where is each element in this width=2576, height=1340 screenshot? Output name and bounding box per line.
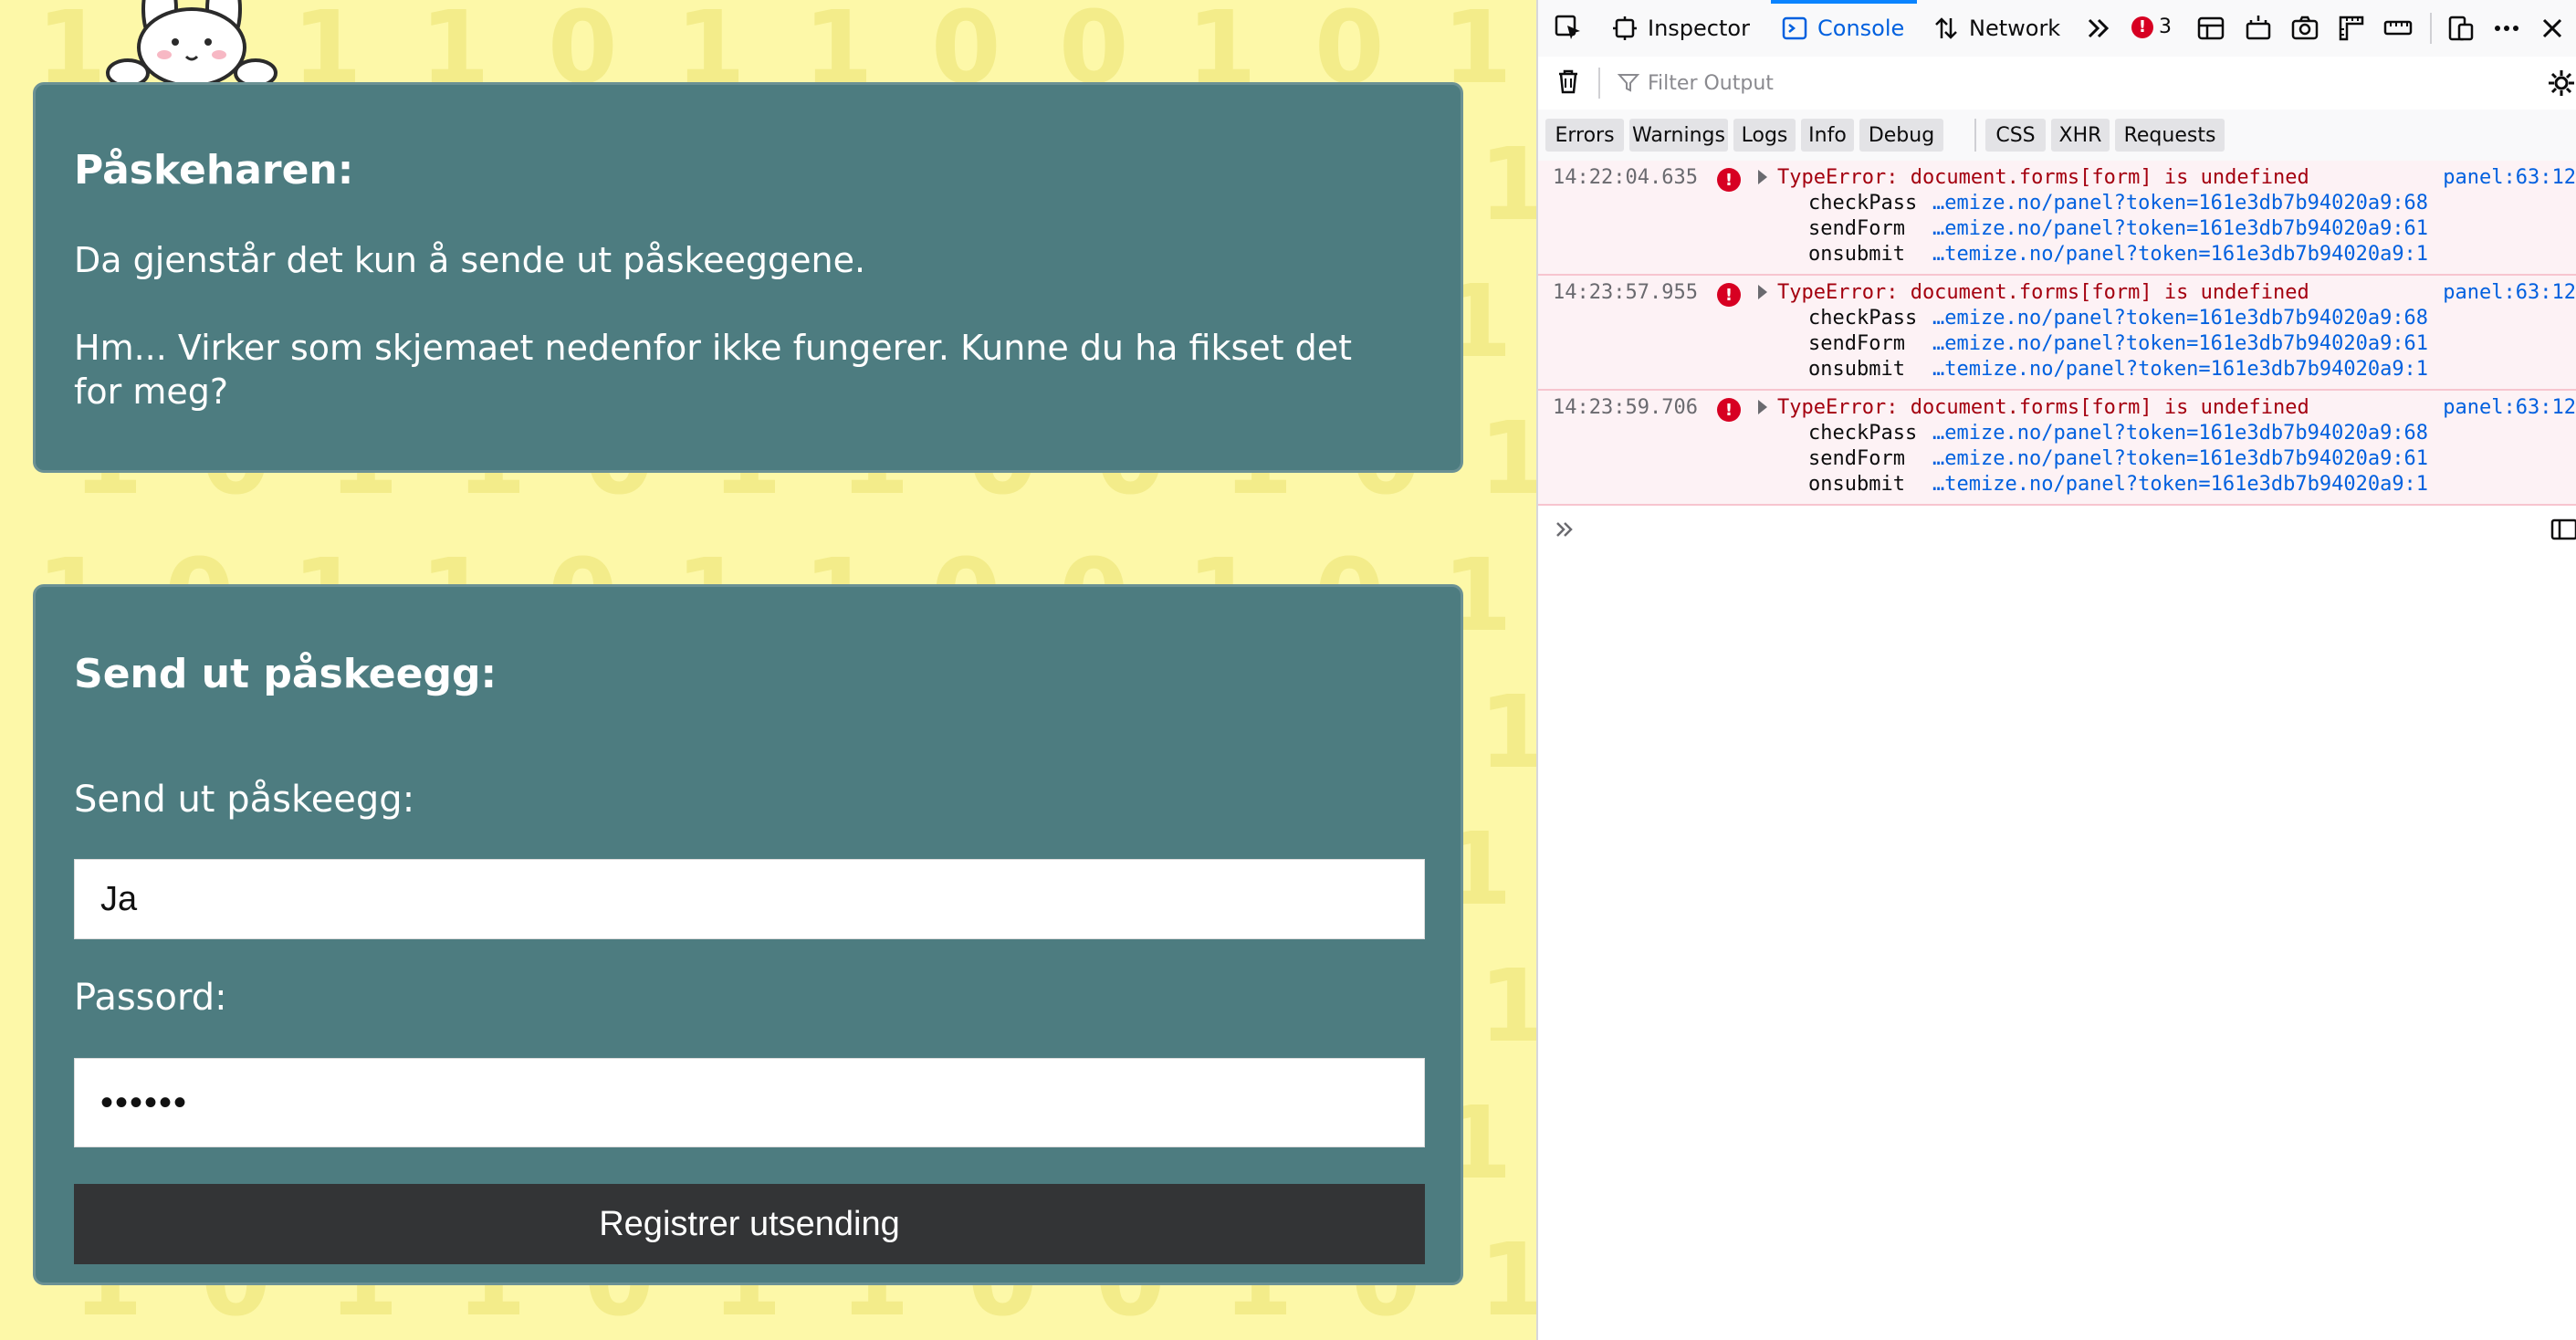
stack-function: checkPass [1808,307,1918,330]
send-eggs-input[interactable]: Ja [74,859,1425,939]
responsive-design-mode-icon[interactable] [2445,13,2477,44]
log-source-link[interactable]: panel:63:12 [2443,166,2576,189]
log-message: TypeError: document.forms[form] is undef… [1777,281,2309,304]
log-source-link[interactable]: panel:63:12 [2443,281,2576,304]
editor-mode-toggle-icon[interactable] [2549,517,2576,542]
background-digit: 1 [1479,400,1536,517]
more-options-icon[interactable] [2491,13,2522,44]
filter-logs-button[interactable]: Logs [1733,119,1796,152]
stack-function: onsubmit [1808,358,1905,381]
element-picker-icon[interactable] [1553,13,1584,44]
filter-placeholder: Filter Output [1648,71,1774,95]
stack-location-link[interactable]: …temize.no/panel?token=161e3db7b94020a9:… [1932,358,2428,381]
clear-console-trash-icon[interactable] [1553,66,1584,97]
tab-console[interactable]: Console [1781,0,1904,57]
devtools-toolbar: Inspector Console Network ! 3 [1538,0,2576,58]
expand-arrow-icon[interactable] [1758,170,1767,184]
stack-location-link[interactable]: …emize.no/panel?token=161e3db7b94020a9:6… [1932,307,2428,330]
tab-inspector-label: Inspector [1648,16,1750,41]
filter-funnel-icon [1617,74,1640,92]
background-digit: 1 [1479,674,1536,790]
error-count-badge[interactable]: ! 3 [2131,16,2172,38]
rulers-icon[interactable] [2336,13,2367,44]
filter-requests-button[interactable]: Requests [2115,119,2225,152]
console-settings-gear-icon[interactable] [2546,68,2576,99]
stack-location-link[interactable]: …temize.no/panel?token=161e3db7b94020a9:… [1932,473,2428,496]
web-page: 1011011001011011011001011011011001011011… [0,0,1536,1340]
password-label: Passord: [74,977,227,1019]
form-heading: Send ut påskeegg: [74,651,497,697]
password-input[interactable]: •••••• [74,1058,1425,1147]
console-icon [1782,16,1807,40]
log-timestamp: 14:22:04.635 [1553,166,1698,189]
stack-function: onsubmit [1808,243,1905,266]
screenshot-camera-icon[interactable] [2289,13,2320,44]
devtools-panel: Inspector Console Network ! 3 Filter Out… [1536,0,2576,1340]
tab-network-label: Network [1969,16,2061,41]
close-icon[interactable] [2537,13,2568,44]
log-message: TypeError: document.forms[form] is undef… [1777,166,2309,189]
pick-iframe-icon[interactable] [2243,13,2274,44]
expand-arrow-icon[interactable] [1758,285,1767,299]
bunny-mascot-image [106,0,277,82]
filter-errors-button[interactable]: Errors [1545,119,1624,152]
send-eggs-label: Send ut påskeegg: [74,779,415,821]
log-source-link[interactable]: panel:63:12 [2443,396,2576,419]
stack-function: sendForm [1808,217,1905,240]
stack-location-link[interactable]: …temize.no/panel?token=161e3db7b94020a9:… [1932,243,2428,266]
error-count: 3 [2159,16,2172,38]
toolbar-separator [2430,13,2432,44]
stack-location-link[interactable]: …emize.no/panel?token=161e3db7b94020a9:6… [1932,422,2428,445]
prompt-chevron-icon [1556,522,1573,537]
filter-xhr-button[interactable]: XHR [2051,119,2110,152]
register-dispatch-button[interactable]: Registrer utsending [74,1184,1425,1264]
background-digit: 1 [1479,947,1536,1064]
send-eggs-form: Send ut påskeegg: Send ut påskeegg: Ja P… [33,584,1463,1285]
console-level-filters: Errors Warnings Logs Info Debug CSS XHR … [1538,110,2576,162]
console-error-message[interactable]: 14:22:04.635 ! TypeError: document.forms… [1538,161,2576,276]
toggle-split-console-icon[interactable] [2195,13,2226,44]
intro-panel: Påskeharen: Da gjenstår det kun å sende … [33,82,1463,473]
measure-ruler-icon[interactable] [2382,13,2414,44]
tab-console-label: Console [1817,16,1905,41]
more-tabs-chevron-icon[interactable] [2084,13,2115,44]
inspector-icon [1613,16,1637,40]
log-timestamp: 14:23:57.955 [1553,281,1698,304]
filter-debug-button[interactable]: Debug [1859,119,1943,152]
background-digit: 1 [1479,1221,1536,1338]
tab-network[interactable]: Network [1932,0,2060,57]
filter-separator [1598,68,1600,99]
stack-location-link[interactable]: …emize.no/panel?token=161e3db7b94020a9:6… [1932,447,2428,470]
stack-function: sendForm [1808,447,1905,470]
tab-inspector[interactable]: Inspector [1611,0,1750,57]
log-message: TypeError: document.forms[form] is undef… [1777,396,2309,419]
stack-location-link[interactable]: …emize.no/panel?token=161e3db7b94020a9:6… [1932,217,2428,240]
stack-location-link[interactable]: …emize.no/panel?token=161e3db7b94020a9:6… [1932,192,2428,215]
level-separator [1974,119,1976,152]
error-icon: ! [2131,16,2153,38]
error-icon: ! [1717,283,1741,307]
filter-css-button[interactable]: CSS [1985,119,2046,152]
console-error-message[interactable]: 14:23:59.706 ! TypeError: document.forms… [1538,391,2576,506]
console-input-line[interactable] [1538,504,2576,553]
intro-paragraph-2: Hm... Virker som skjemaet nedenfor ikke … [74,328,1353,412]
error-icon: ! [1717,168,1741,192]
intro-paragraph-1: Da gjenstår det kun å sende ut påskeegge… [74,240,866,280]
intro-heading: Påskeharen: [74,147,354,194]
stack-location-link[interactable]: …emize.no/panel?token=161e3db7b94020a9:6… [1932,332,2428,355]
error-icon: ! [1717,398,1741,422]
log-timestamp: 14:23:59.706 [1553,396,1698,419]
filter-output-input[interactable]: Filter Output [1617,68,2438,99]
background-digit: 1 [1479,126,1536,243]
stack-function: checkPass [1808,192,1918,215]
console-error-message[interactable]: 14:23:57.955 ! TypeError: document.forms… [1538,276,2576,391]
filter-info-button[interactable]: Info [1801,119,1854,152]
stack-function: sendForm [1808,332,1905,355]
stack-function: checkPass [1808,422,1918,445]
console-filter-bar: Filter Output [1538,57,2576,111]
stack-function: onsubmit [1808,473,1905,496]
expand-arrow-icon[interactable] [1758,400,1767,414]
filter-warnings-button[interactable]: Warnings [1629,119,1728,152]
network-icon [1935,17,1957,39]
